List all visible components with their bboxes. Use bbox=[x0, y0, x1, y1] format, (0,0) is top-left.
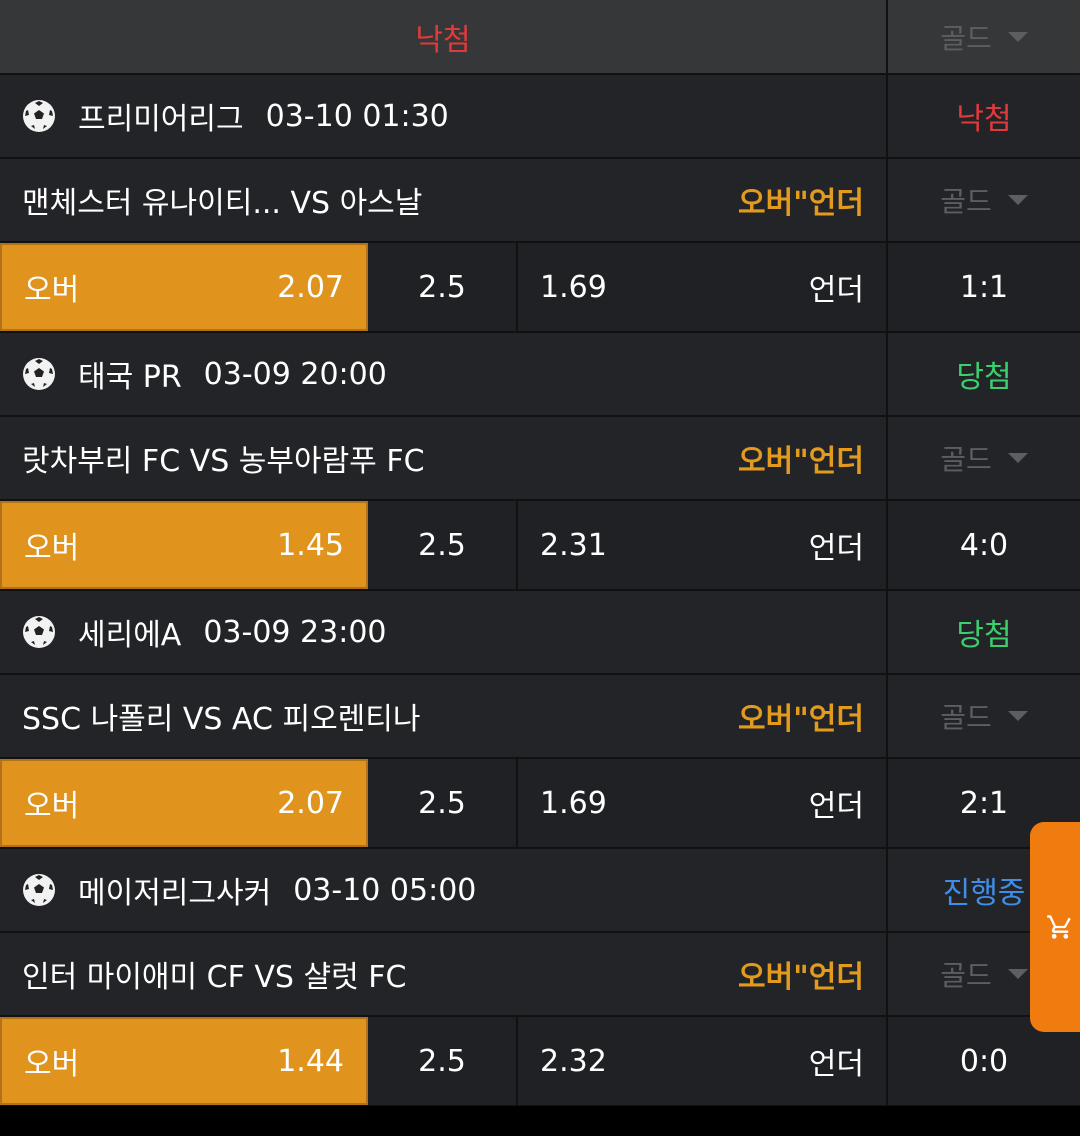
market-label: 오버"언더 bbox=[737, 186, 864, 221]
match-teams: 인터 마이애미 CF VS 샬럿 FC bbox=[22, 960, 407, 995]
under-label: 언더 bbox=[808, 789, 864, 824]
score-cell: 1:1 bbox=[886, 243, 1080, 331]
handicap-line: 2.5 bbox=[368, 501, 518, 589]
under-odds-value: 1.69 bbox=[540, 269, 607, 305]
under-label: 언더 bbox=[808, 531, 864, 566]
soccer-ball-icon bbox=[23, 358, 55, 390]
odds-row: 오버 1.45 2.5 2.31 언더 4:0 bbox=[0, 501, 1080, 591]
chevron-down-icon bbox=[1007, 711, 1028, 721]
league-row: 세리에A 03-09 23:00 당첨 bbox=[0, 591, 1080, 675]
under-odds-button[interactable]: 2.32 언더 bbox=[518, 1017, 886, 1105]
match-datetime: 03-10 05:00 bbox=[293, 872, 477, 908]
top-gold-dropdown[interactable]: 골드 bbox=[886, 0, 1080, 73]
gold-dropdown[interactable]: 골드 bbox=[886, 417, 1080, 499]
odds-row: 오버 2.07 2.5 1.69 언더 1:1 bbox=[0, 243, 1080, 333]
shopping-cart-icon bbox=[1047, 915, 1071, 939]
result-status: 당첨 bbox=[956, 360, 1012, 395]
under-label: 언더 bbox=[808, 1047, 864, 1082]
match-row: 맨체스터 유나이티... VS 아스날 오버"언더 골드 bbox=[0, 159, 1080, 243]
over-odds-value: 2.07 bbox=[277, 785, 344, 821]
league-name: 세리에A bbox=[78, 618, 182, 653]
over-label: 오버 bbox=[24, 531, 80, 566]
under-odds-button[interactable]: 1.69 언더 bbox=[518, 759, 886, 847]
result-status: 낙첨 bbox=[956, 102, 1012, 137]
over-odds-button[interactable]: 오버 2.07 bbox=[0, 243, 368, 331]
chevron-down-icon bbox=[1007, 453, 1028, 463]
soccer-ball-icon bbox=[23, 874, 55, 906]
match-score: 2:1 bbox=[959, 785, 1009, 821]
gold-dropdown-label: 골드 bbox=[940, 959, 992, 992]
gold-dropdown-label: 골드 bbox=[940, 443, 992, 476]
match-score: 1:1 bbox=[959, 269, 1009, 305]
gold-dropdown[interactable]: 골드 bbox=[886, 675, 1080, 757]
league-row: 프리미어리그 03-10 01:30 낙첨 bbox=[0, 75, 1080, 159]
gold-dropdown-label: 골드 bbox=[940, 21, 992, 55]
over-label: 오버 bbox=[24, 789, 80, 824]
chevron-down-icon bbox=[1007, 195, 1028, 205]
bet-cart-tab[interactable] bbox=[1030, 822, 1080, 1032]
market-label: 오버"언더 bbox=[737, 960, 864, 995]
under-label: 언더 bbox=[808, 273, 864, 308]
league-name: 태국 PR bbox=[78, 360, 182, 395]
odds-row: 오버 1.44 2.5 2.32 언더 0:0 bbox=[0, 1017, 1080, 1107]
over-odds-button[interactable]: 오버 1.44 bbox=[0, 1017, 368, 1105]
league-name: 메이저리그사커 bbox=[78, 876, 272, 911]
match-score: 0:0 bbox=[959, 1043, 1009, 1079]
over-label: 오버 bbox=[24, 1047, 80, 1082]
over-label: 오버 bbox=[24, 273, 80, 308]
under-odds-button[interactable]: 2.31 언더 bbox=[518, 501, 886, 589]
league-row: 메이저리그사커 03-10 05:00 진행중 bbox=[0, 849, 1080, 933]
over-odds-value: 2.07 bbox=[277, 269, 344, 305]
score-cell: 4:0 bbox=[886, 501, 1080, 589]
over-odds-value: 1.45 bbox=[277, 527, 344, 563]
gold-dropdown-label: 골드 bbox=[940, 701, 992, 734]
match-teams: 랏차부리 FC VS 농부아람푸 FC bbox=[22, 444, 425, 479]
soccer-ball-icon bbox=[23, 100, 55, 132]
result-status: 진행중 bbox=[942, 876, 1026, 911]
market-label: 오버"언더 bbox=[737, 702, 864, 737]
odds-row: 오버 2.07 2.5 1.69 언더 2:1 bbox=[0, 759, 1080, 849]
over-odds-button[interactable]: 오버 1.45 bbox=[0, 501, 368, 589]
match-row: SSC 나폴리 VS AC 피오렌티나 오버"언더 골드 bbox=[0, 675, 1080, 759]
soccer-ball-icon bbox=[23, 616, 55, 648]
gold-dropdown[interactable]: 골드 bbox=[886, 159, 1080, 241]
chevron-down-icon bbox=[1007, 969, 1028, 979]
match-score: 4:0 bbox=[959, 527, 1009, 563]
market-label: 오버"언더 bbox=[737, 444, 864, 479]
match-teams: SSC 나폴리 VS AC 피오렌티나 bbox=[22, 702, 421, 737]
bottom-strip bbox=[0, 1106, 1080, 1136]
league-row: 태국 PR 03-09 20:00 당첨 bbox=[0, 333, 1080, 417]
top-status-bar: 낙첨 골드 bbox=[0, 0, 1080, 75]
under-odds-value: 1.69 bbox=[540, 785, 607, 821]
match-teams: 맨체스터 유나이티... VS 아스날 bbox=[22, 186, 423, 221]
over-odds-value: 1.44 bbox=[277, 1043, 344, 1079]
match-datetime: 03-09 23:00 bbox=[203, 614, 387, 650]
handicap-line: 2.5 bbox=[368, 759, 518, 847]
result-status: 당첨 bbox=[956, 618, 1012, 653]
handicap-line: 2.5 bbox=[368, 243, 518, 331]
chevron-down-icon bbox=[1007, 31, 1028, 42]
gold-dropdown-label: 골드 bbox=[940, 185, 992, 218]
handicap-line: 2.5 bbox=[368, 1017, 518, 1105]
match-datetime: 03-10 01:30 bbox=[265, 98, 449, 134]
match-datetime: 03-09 20:00 bbox=[203, 356, 387, 392]
under-odds-value: 2.32 bbox=[540, 1043, 607, 1079]
under-odds-button[interactable]: 1.69 언더 bbox=[518, 243, 886, 331]
match-row: 랏차부리 FC VS 농부아람푸 FC 오버"언더 골드 bbox=[0, 417, 1080, 501]
over-odds-button[interactable]: 오버 2.07 bbox=[0, 759, 368, 847]
match-row: 인터 마이애미 CF VS 샬럿 FC 오버"언더 골드 bbox=[0, 933, 1080, 1017]
league-name: 프리미어리그 bbox=[78, 102, 244, 137]
top-status-label: 낙첨 bbox=[415, 22, 471, 58]
under-odds-value: 2.31 bbox=[540, 527, 607, 563]
